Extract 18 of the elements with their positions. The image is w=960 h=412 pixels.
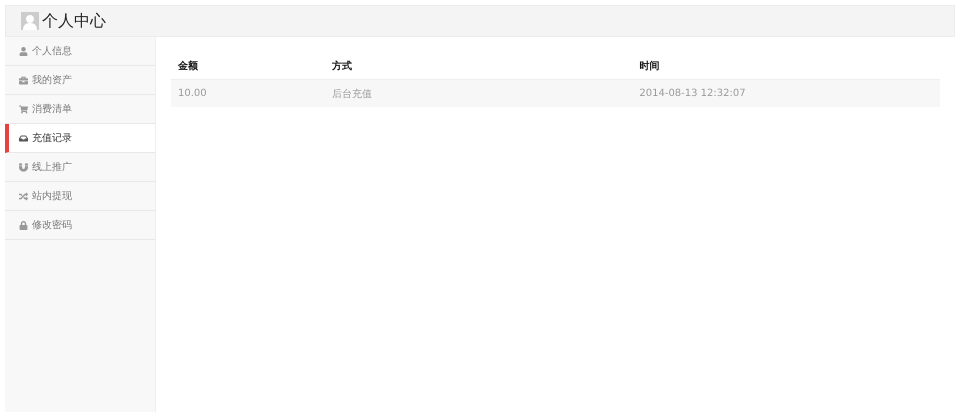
page-title: 个人中心	[42, 10, 106, 32]
lock-icon	[19, 220, 28, 230]
cart-icon	[19, 104, 28, 114]
sidebar-item[interactable]: 我的资产	[5, 66, 155, 95]
sidebar-item[interactable]: 线上推广	[5, 153, 155, 182]
table-cell: 2014-08-13 12:32:07	[632, 80, 940, 107]
avatar-icon	[21, 12, 39, 30]
shuffle-icon	[19, 192, 28, 200]
sidebar-item[interactable]: 充值记录	[5, 124, 155, 153]
user-icon	[19, 46, 28, 56]
table-cell: 10.00	[171, 80, 325, 107]
inbox-icon	[19, 134, 28, 142]
magnet-icon	[19, 162, 28, 172]
sidebar-item[interactable]: 个人信息	[5, 37, 155, 66]
table-cell: 后台充值	[324, 80, 632, 107]
sidebar-item[interactable]: 修改密码	[5, 211, 155, 240]
briefcase-icon	[19, 76, 28, 84]
sidebar-item[interactable]: 站内提现	[5, 182, 155, 211]
